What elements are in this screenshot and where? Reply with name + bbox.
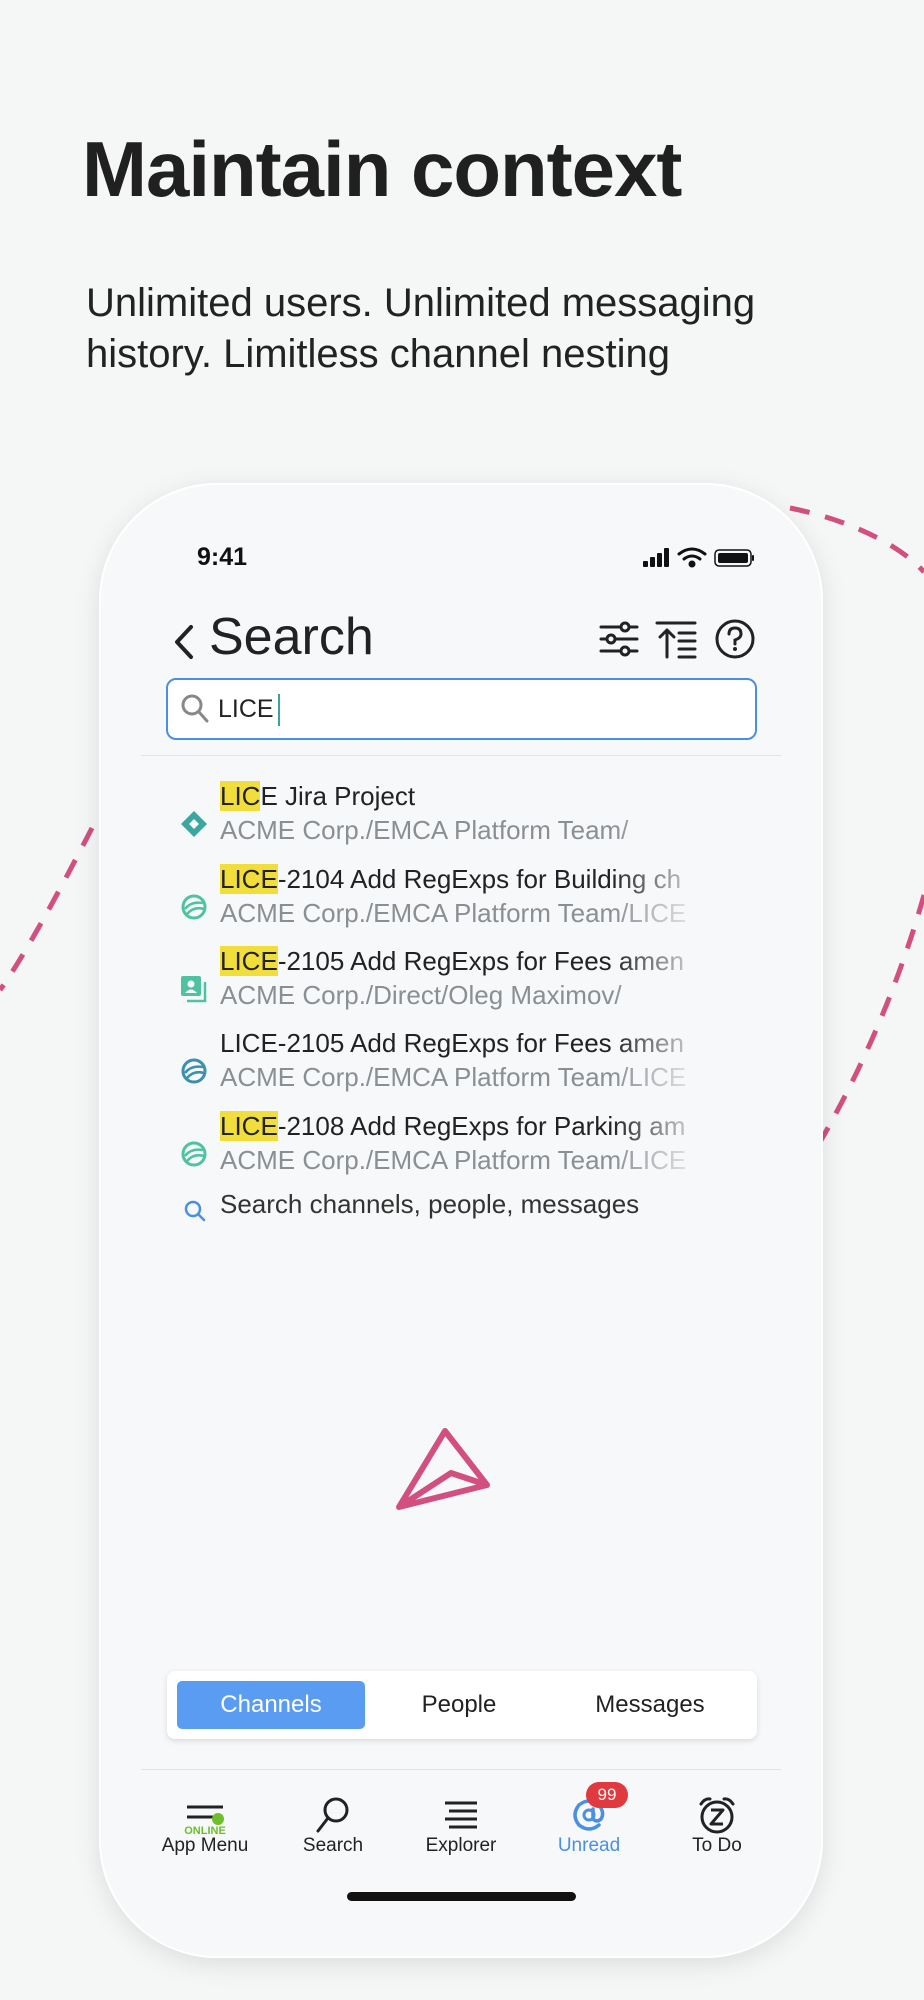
search-icon (184, 1200, 206, 1222)
result-title: LICE-2105 Add RegExps for Fees amen (220, 1028, 684, 1058)
tab-unread[interactable]: 99 Unread (529, 1773, 649, 1873)
help-icon[interactable] (713, 617, 757, 661)
result-subtitle: ACME Corp./EMCA Platform Team/LICE (220, 898, 687, 928)
text-caret (278, 694, 280, 726)
tab-label: Unread (557, 1835, 621, 1856)
segmented-control: Channels People Messages (167, 1671, 757, 1739)
tab-label: To Do (692, 1835, 742, 1856)
tab-todo[interactable]: To Do (657, 1773, 777, 1873)
signal-icon (643, 548, 669, 567)
result-row[interactable]: LICE-2105 Add RegExps for Fees amen ACME… (99, 946, 823, 1026)
result-row[interactable]: LICE-2105 Add RegExps for Fees amen ACME… (99, 1028, 823, 1108)
status-icons (643, 547, 754, 568)
page-title: Search (209, 608, 374, 666)
result-row[interactable]: LICE Jira Project ACME Corp./EMCA Platfo… (99, 781, 823, 861)
status-time: 9:41 (197, 543, 248, 571)
search-more-label: Search channels, people, messages (220, 1189, 640, 1219)
status-bar: 9:41 (99, 483, 823, 571)
jira-project-icon (181, 811, 207, 837)
promo-subline: Unlimited users. Unlimited messaging his… (86, 281, 756, 376)
search-icon (181, 694, 209, 723)
divider (141, 755, 781, 756)
result-title: LICE-2104 Add RegExps for Building ch (220, 864, 682, 894)
search-icon (316, 1797, 349, 1833)
sort-icon[interactable] (655, 617, 699, 661)
tab-label: Search (302, 1835, 364, 1856)
search-more-row[interactable]: Search channels, people, messages (99, 1189, 823, 1229)
promo-headline: Maintain context (82, 125, 682, 213)
tab-label: Explorer (425, 1835, 497, 1856)
segment-messages[interactable]: Messages (553, 1681, 747, 1729)
search-input[interactable] (218, 690, 718, 728)
result-subtitle: ACME Corp./EMCA Platform Team/ (220, 815, 629, 845)
explorer-icon (445, 1801, 477, 1829)
segment-people[interactable]: People (375, 1681, 543, 1729)
tab-explorer[interactable]: Explorer (401, 1773, 521, 1873)
paper-plane-icon (396, 1428, 490, 1510)
issue-globe-icon (181, 1058, 207, 1084)
home-indicator (347, 1892, 576, 1901)
issue-globe-icon (181, 894, 207, 920)
back-chevron-icon[interactable] (169, 621, 199, 663)
result-title: LICE-2108 Add RegExps for Parking am (220, 1111, 686, 1141)
tab-label: App Menu (161, 1835, 249, 1856)
result-row[interactable]: LICE-2108 Add RegExps for Parking am ACM… (99, 1111, 823, 1191)
divider (141, 1769, 781, 1770)
filter-sliders-icon[interactable] (597, 617, 641, 661)
result-row[interactable]: LICE-2104 Add RegExps for Building ch AC… (99, 864, 823, 944)
issue-globe-icon (181, 1141, 207, 1167)
alarm-clock-icon (699, 1797, 735, 1834)
tab-app-menu[interactable]: ONLINE App Menu (145, 1773, 265, 1873)
tab-bar: ONLINE App Menu Search Explorer 99 Unrea… (99, 1773, 823, 1883)
direct-contact-icon (181, 976, 207, 1003)
segment-channels[interactable]: Channels (177, 1681, 365, 1729)
result-subtitle: ACME Corp./EMCA Platform Team/LICE (220, 1062, 687, 1092)
battery-icon (714, 549, 754, 567)
result-subtitle: ACME Corp./EMCA Platform Team/LICE (220, 1145, 687, 1175)
search-field[interactable] (166, 678, 757, 740)
result-title: LICE Jira Project (220, 781, 416, 811)
search-header: Search (99, 593, 823, 673)
unread-badge: 99 (586, 1782, 628, 1808)
result-subtitle: ACME Corp./Direct/Oleg Maximov/ (220, 980, 622, 1010)
result-title: LICE-2105 Add RegExps for Fees amen (220, 946, 684, 976)
phone-mockup: 9:41 Search LICE LICE Jira Project ACME … (99, 483, 823, 1958)
tab-search[interactable]: Search (273, 1773, 393, 1873)
wifi-icon (677, 547, 707, 568)
